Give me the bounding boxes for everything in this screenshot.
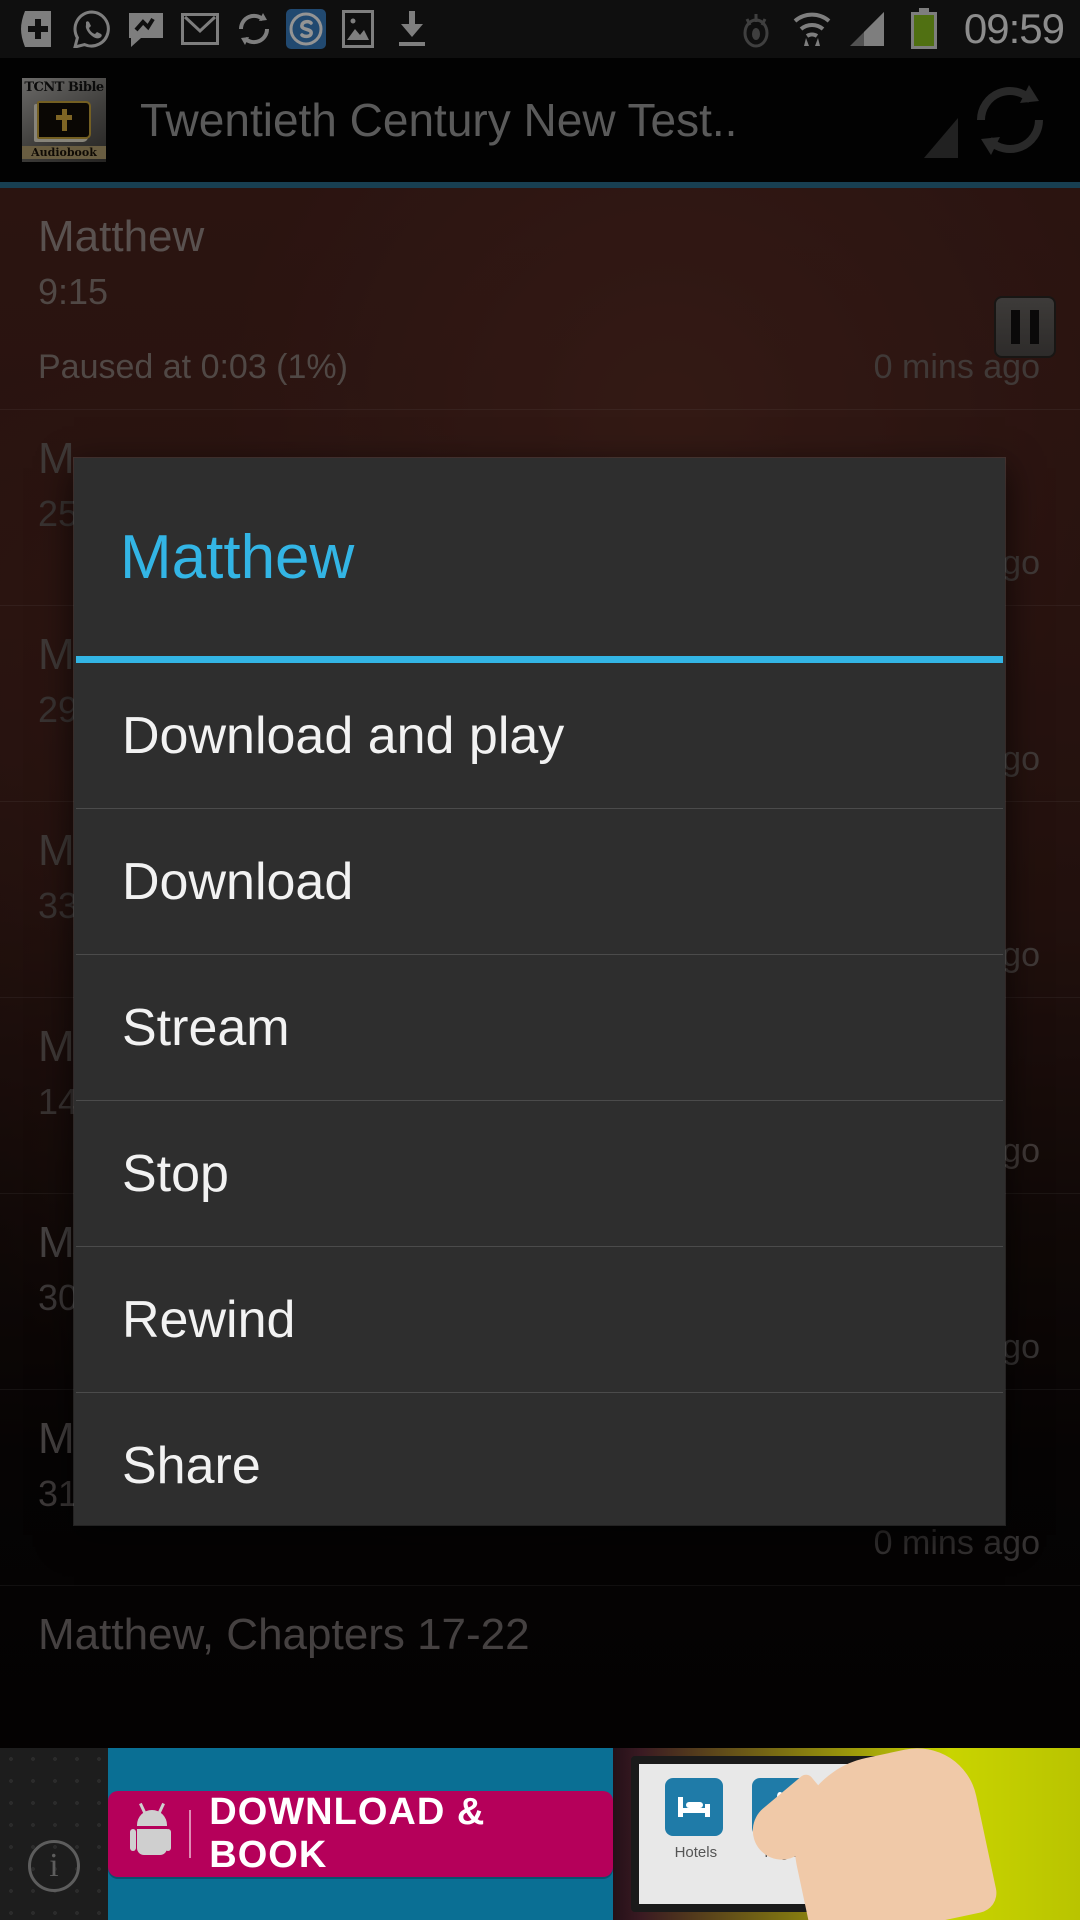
ad-cta-button[interactable]: DOWNLOAD & BOOK — [108, 1791, 613, 1877]
menu-item-label: Download — [122, 852, 354, 911]
menu-item-label: Rewind — [122, 1290, 296, 1349]
dialog-title-divider — [76, 656, 1003, 663]
android-arm-left — [130, 1829, 136, 1851]
android-body — [137, 1829, 167, 1855]
info-icon[interactable]: i — [28, 1840, 80, 1892]
dialog-title-bar: Matthew — [74, 458, 1005, 656]
ad-info-strip[interactable]: i — [0, 1748, 108, 1920]
ad-cta-separator — [189, 1810, 192, 1858]
context-menu-dialog: Matthew Download and play Download Strea… — [74, 458, 1005, 1525]
menu-item-download[interactable]: Download — [76, 809, 1003, 955]
ad-photo[interactable]: Hotels Flights Cars — [613, 1748, 1080, 1920]
menu-item-label: Stream — [122, 998, 290, 1057]
ad-tile-label-hotels: Hotels — [674, 1844, 718, 1861]
menu-item-label: Share — [122, 1437, 261, 1495]
android-arm-right — [165, 1829, 172, 1851]
android-head — [137, 1810, 167, 1826]
ad-cta-panel[interactable]: DOWNLOAD & BOOK — [108, 1748, 613, 1920]
menu-item-download-and-play[interactable]: Download and play — [76, 663, 1003, 809]
dialog-menu-list: Download and play Download Stream Stop R… — [74, 663, 1005, 1539]
menu-item-label: Stop — [122, 1144, 229, 1203]
dialog-title: Matthew — [120, 522, 355, 592]
menu-item-rewind[interactable]: Rewind — [76, 1247, 1003, 1393]
menu-item-share[interactable]: Share — [76, 1393, 1003, 1539]
ad-banner[interactable]: i DOWNLOAD & BOOK Hotels — [0, 1748, 1080, 1920]
hotel-bed-icon — [665, 1778, 724, 1836]
ad-cta-label: DOWNLOAD & BOOK — [209, 1791, 486, 1876]
menu-item-label: Download and play — [122, 706, 565, 765]
menu-item-stop[interactable]: Stop — [76, 1101, 1003, 1247]
menu-item-stream[interactable]: Stream — [76, 955, 1003, 1101]
android-robot-icon — [130, 1810, 172, 1858]
